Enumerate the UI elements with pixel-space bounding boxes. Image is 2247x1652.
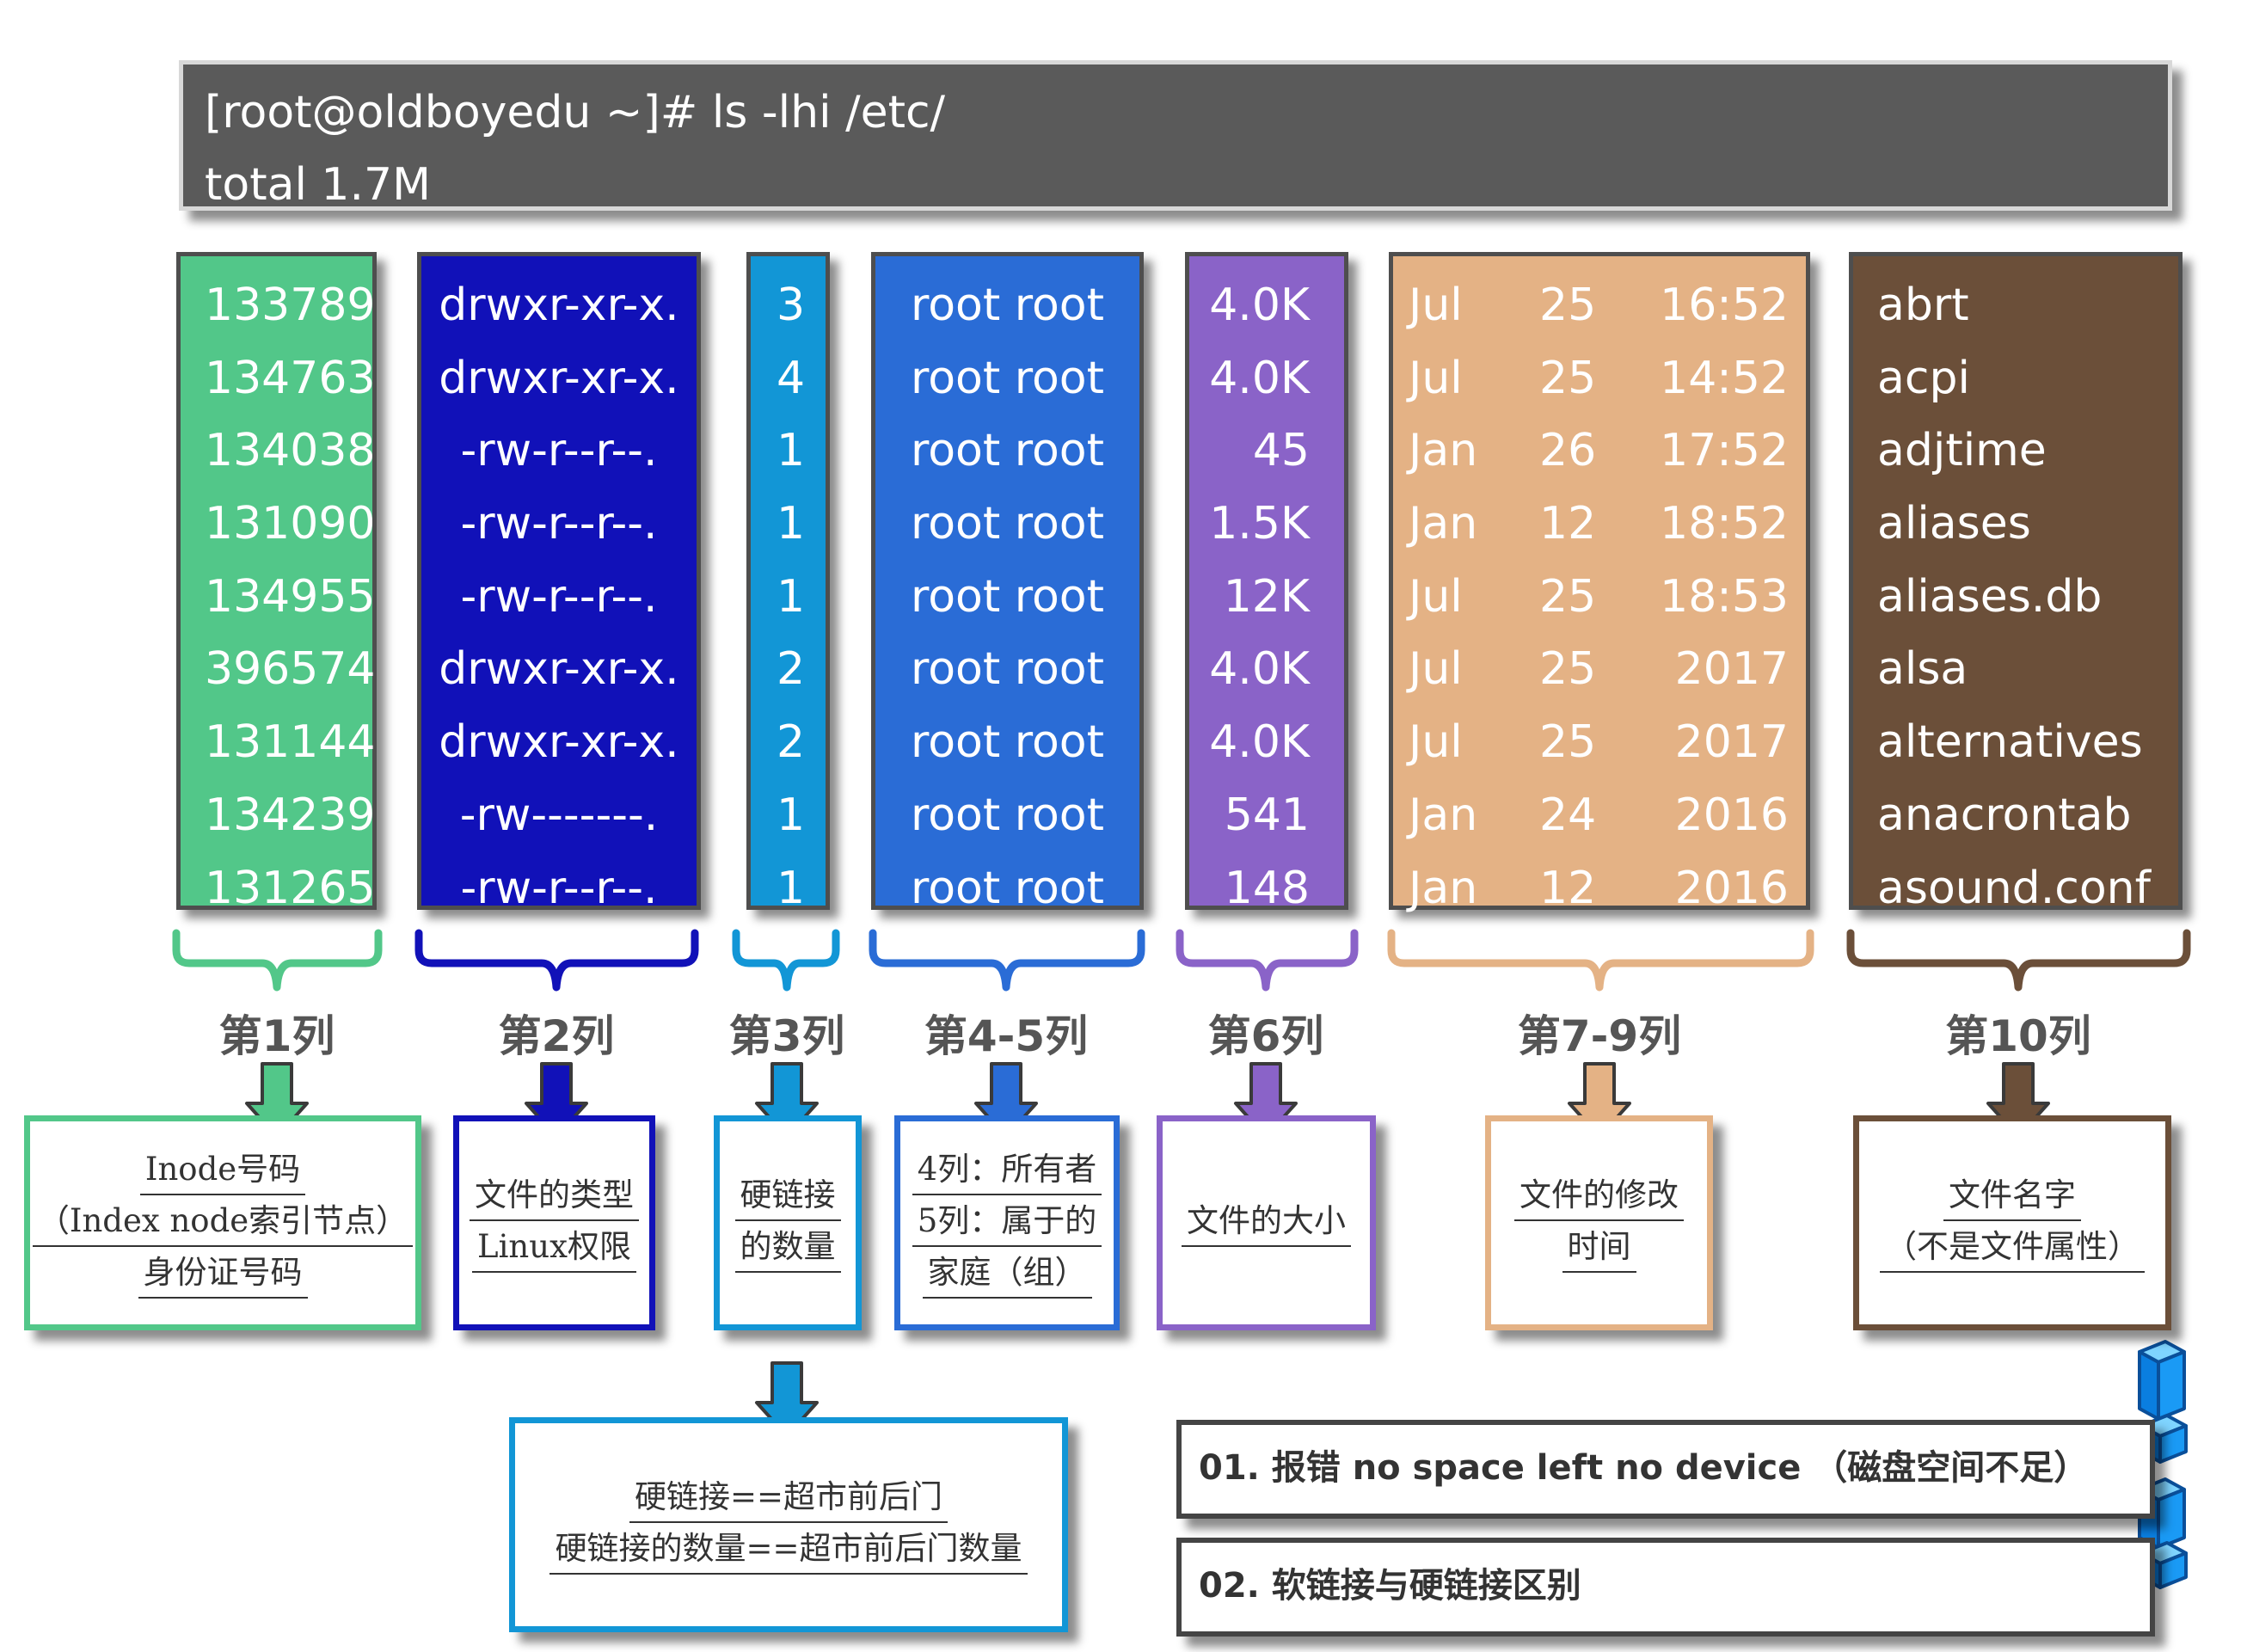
description-line: 家庭（组） [922, 1249, 1092, 1299]
description-line: 硬链接的数量==超市前后门数量 [549, 1525, 1028, 1575]
desc-size: 文件的大小 [1157, 1115, 1376, 1330]
description-line: 硬链接 [734, 1171, 841, 1221]
description-line: 文件的类型 [470, 1171, 639, 1221]
description-line: Inode号码 [139, 1145, 306, 1195]
brace-col3 [732, 929, 840, 992]
brace-col79 [1387, 929, 1814, 992]
description-line: 4列：所有者 [912, 1145, 1102, 1195]
brace-col6 [1176, 929, 1359, 992]
label-col79: 第7-9列 [1517, 1011, 1682, 1061]
description-line: 5列：属于的 [912, 1197, 1102, 1247]
description-line: 文件的修改 [1514, 1171, 1684, 1221]
description-line: （不是文件属性） [1880, 1223, 2145, 1273]
note-disk-full: 01. 报错 no space left no device （磁盘空间不足） [1176, 1420, 2155, 1519]
description-line: 硬链接==超市前后门 [629, 1473, 948, 1523]
desc-hardlinks: 硬链接 的数量 [714, 1115, 862, 1330]
desc-owner-group: 4列：所有者 5列：属于的 家庭（组） [894, 1115, 1120, 1330]
desc-inode: Inode号码 （Index node索引节点） 身份证号码 [24, 1115, 421, 1330]
label-col6: 第6列 [1207, 1011, 1324, 1061]
description-line: 文件的大小 [1182, 1197, 1351, 1247]
connectors [172, 929, 2191, 1589]
description-line: 时间 [1562, 1223, 1636, 1273]
brace-col1 [172, 929, 383, 992]
note-link-difference: 02. 软链接与硬链接区别 [1176, 1538, 2155, 1637]
brace-col45 [869, 929, 1145, 992]
brace-col10 [1846, 929, 2191, 992]
label-col45: 第4-5列 [924, 1011, 1089, 1061]
label-col1: 第1列 [218, 1011, 335, 1061]
description-line: Linux权限 [472, 1223, 636, 1273]
desc-hardlink-analogy: 硬链接==超市前后门 硬链接的数量==超市前后门数量 [509, 1417, 1068, 1632]
desc-filename: 文件名字 （不是文件属性） [1853, 1115, 2171, 1330]
description-line: 的数量 [734, 1223, 841, 1273]
desc-permissions: 文件的类型 Linux权限 [453, 1115, 655, 1330]
desc-modified-time: 文件的修改 时间 [1485, 1115, 1713, 1330]
description-line: 文件名字 [1943, 1171, 2081, 1221]
description-line: （Index node索引节点） [32, 1197, 414, 1247]
brace-col2 [414, 929, 699, 992]
label-col10: 第10列 [1945, 1011, 2091, 1061]
description-line: 身份证号码 [138, 1249, 308, 1299]
